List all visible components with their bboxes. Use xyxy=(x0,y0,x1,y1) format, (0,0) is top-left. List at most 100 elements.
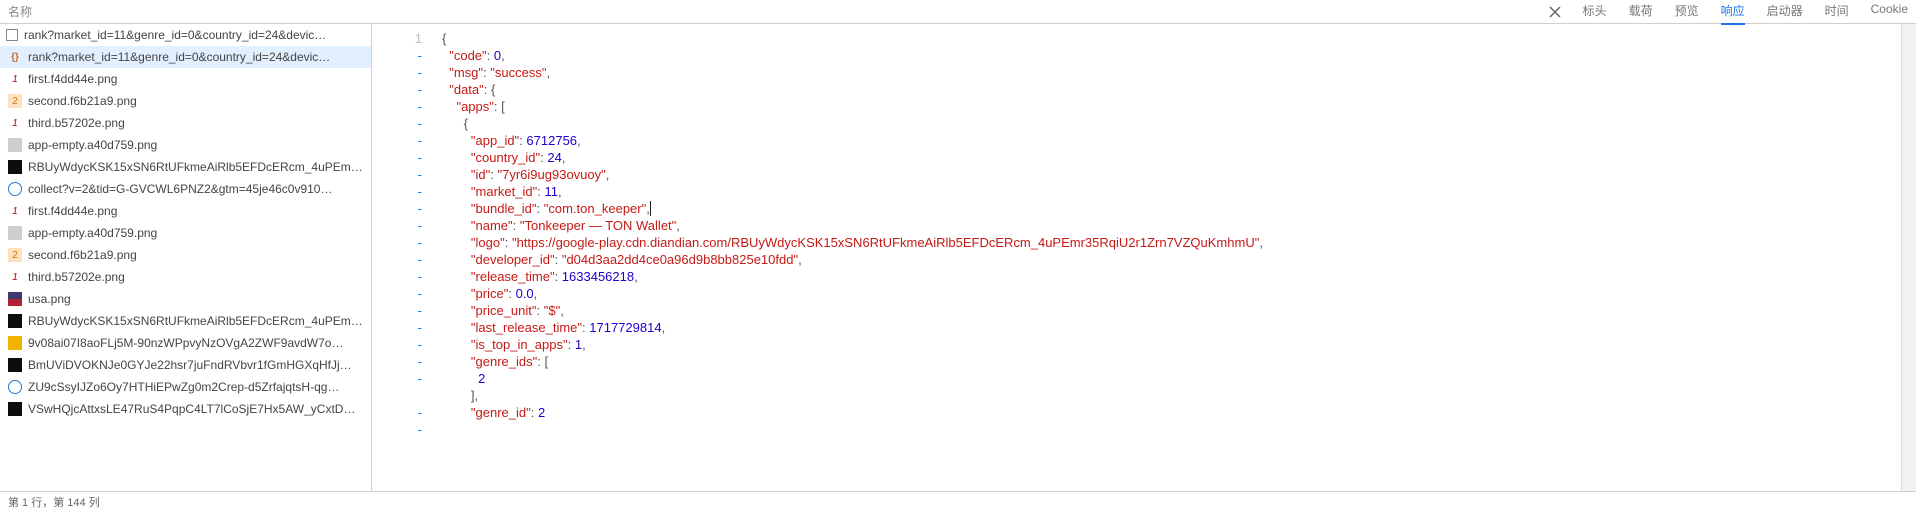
code-line: "code": 0, xyxy=(442,47,1916,64)
network-row-name: third.b57202e.png xyxy=(28,116,363,130)
network-row-name: 9v08ai07I8aoFLj5M-90nzWPpvyNzOVgA2ZWF9av… xyxy=(28,336,363,350)
details-tab-4[interactable]: 启动器 xyxy=(1767,0,1803,25)
gutter-line[interactable]: - xyxy=(372,421,422,438)
network-row-name: ZU9cSsyIJZo6Oy7HTHiEPwZg0m2Crep-d5Zrfajq… xyxy=(28,380,363,394)
network-row[interactable]: app-empty.a40d759.png xyxy=(0,134,371,156)
network-row[interactable]: usa.png xyxy=(0,288,371,310)
code-gutter[interactable]: 1---------------------- xyxy=(372,24,430,491)
status-cursor: 第 1 行，第 144 列 xyxy=(8,494,100,510)
gutter-line[interactable]: - xyxy=(372,251,422,268)
network-row-name: second.f6b21a9.png xyxy=(28,248,363,262)
gutter-line[interactable]: - xyxy=(372,234,422,251)
column-header-name: 名称 xyxy=(8,3,32,20)
code-line: "genre_id": 2 xyxy=(442,404,1916,421)
details-tab-6[interactable]: Cookie xyxy=(1871,0,1908,25)
code-line: "country_id": 24, xyxy=(442,149,1916,166)
network-row[interactable]: 1first.f4dd44e.png xyxy=(0,68,371,90)
gutter-line[interactable]: - xyxy=(372,404,422,421)
code-line: "last_release_time": 1717729814, xyxy=(442,319,1916,336)
details-tab-5[interactable]: 时间 xyxy=(1825,0,1849,25)
network-row[interactable]: 2second.f6b21a9.png xyxy=(0,244,371,266)
png-strike-icon: 1 xyxy=(8,270,22,284)
flag-icon xyxy=(8,292,22,306)
network-row[interactable]: collect?v=2&tid=G-GVCWL6PNZ2&gtm=45je46c… xyxy=(0,178,371,200)
status-bar: 第 1 行，第 144 列 xyxy=(0,491,1916,511)
code-line: ], xyxy=(442,387,1916,404)
gutter-line[interactable]: - xyxy=(372,217,422,234)
gutter-line[interactable]: - xyxy=(372,98,422,115)
gutter-line[interactable]: - xyxy=(372,81,422,98)
gutter-line[interactable]: - xyxy=(372,302,422,319)
network-row[interactable]: BmUViDVOKNJe0GYJe22hsr7juFndRVbvr1fGmHGX… xyxy=(0,354,371,376)
gutter-line[interactable]: - xyxy=(372,268,422,285)
response-panel: 1---------------------- { "code": 0, "ms… xyxy=(372,24,1916,491)
network-row[interactable]: 1 third.b57202e.png xyxy=(0,266,371,288)
network-row-name: VSwHQjcAttxsLE47RuS4PqpC4LT7lCoSjE7Hx5AW… xyxy=(28,402,363,416)
details-toolbar: 名称 标头载荷预览响应启动器时间 Cookie xyxy=(0,0,1916,24)
network-row-name: usa.png xyxy=(28,292,363,306)
circ-o-icon xyxy=(8,182,22,196)
code-line: "logo": "https://google-play.cdn.diandia… xyxy=(442,234,1916,251)
network-row[interactable]: 1 first.f4dd44e.png xyxy=(0,200,371,222)
network-row-name: BmUViDVOKNJe0GYJe22hsr7juFndRVbvr1fGmHGX… xyxy=(28,358,363,372)
code-line: "release_time": 1633456218, xyxy=(442,268,1916,285)
gutter-line[interactable]: - xyxy=(372,183,422,200)
gutter-line[interactable]: - xyxy=(372,353,422,370)
gutter-line[interactable]: - xyxy=(372,336,422,353)
close-icon[interactable] xyxy=(1547,4,1563,20)
img-dark-icon xyxy=(8,358,22,372)
gutter-line[interactable]: - xyxy=(372,319,422,336)
network-row[interactable]: 1 third.b57202e.png xyxy=(0,112,371,134)
gutter-line[interactable]: - xyxy=(372,200,422,217)
gutter-line[interactable]: - xyxy=(372,132,422,149)
details-tab-2[interactable]: 预览 xyxy=(1675,0,1699,25)
braces-icon: {} xyxy=(8,50,22,64)
code-line: "is_top_in_apps": 1, xyxy=(442,336,1916,353)
code-line: "msg": "success", xyxy=(442,64,1916,81)
network-row[interactable]: {} rank?market_id=11&genre_id=0&country_i… xyxy=(0,46,371,68)
network-row-name: first.f4dd44e.png xyxy=(28,72,363,86)
checkbox-icon xyxy=(6,29,18,41)
vertical-scrollbar[interactable] xyxy=(1901,24,1916,491)
network-request-list[interactable]: rank?market_id=11&genre_id=0&country_id=… xyxy=(0,24,372,491)
network-row[interactable]: RBUyWdycKSK15xSN6RtUFkmeAiRlb5EFDcERcm_4… xyxy=(0,310,371,332)
gutter-line[interactable]: - xyxy=(372,47,422,64)
network-row[interactable]: ZU9cSsyIJZo6Oy7HTHiEPwZg0m2Crep-d5Zrfajq… xyxy=(0,376,371,398)
network-row[interactable]: RBUyWdycKSK15xSN6RtUFkmeAiRlb5EFDcERcm_4… xyxy=(0,156,371,178)
details-tab-0[interactable]: 标头 xyxy=(1583,0,1607,25)
code-line: "data": { xyxy=(442,81,1916,98)
gutter-line[interactable]: - xyxy=(372,64,422,81)
gutter-line[interactable]: 1 xyxy=(372,30,422,47)
network-row-name: rank?market_id=11&genre_id=0&country_id=… xyxy=(28,50,363,64)
network-row-name: collect?v=2&tid=G-GVCWL6PNZ2&gtm=45je46c… xyxy=(28,182,363,196)
network-row[interactable]: 9v08ai07I8aoFLj5M-90nzWPpvyNzOVgA2ZWF9av… xyxy=(0,332,371,354)
code-line: "apps": [ xyxy=(442,98,1916,115)
png2-icon: 2 xyxy=(8,94,22,108)
code-line: "price_unit": "$", xyxy=(442,302,1916,319)
network-row[interactable]: 2 second.f6b21a9.png xyxy=(0,90,371,112)
details-tab-3[interactable]: 响应 xyxy=(1721,0,1745,25)
network-row-name: second.f6b21a9.png xyxy=(28,94,363,108)
details-tab-1[interactable]: 载荷 xyxy=(1629,0,1653,25)
gutter-line[interactable]: - xyxy=(372,166,422,183)
gutter-line[interactable] xyxy=(372,387,422,404)
gutter-line[interactable]: - xyxy=(372,285,422,302)
response-code-view[interactable]: { "code": 0, "msg": "success", "data": {… xyxy=(430,24,1916,491)
code-line: { xyxy=(442,115,1916,132)
code-line: "price": 0.0, xyxy=(442,285,1916,302)
network-row[interactable]: app-empty.a40d759.png xyxy=(0,222,371,244)
network-row-name: first.f4dd44e.png xyxy=(28,204,363,218)
code-line: "genre_ids": [ xyxy=(442,353,1916,370)
img-gold-icon xyxy=(8,336,22,350)
png-strike-icon: 1 xyxy=(8,204,22,218)
png-strike-icon: 1 xyxy=(8,116,22,130)
img-dark-icon xyxy=(8,314,22,328)
network-row[interactable]: rank?market_id=11&genre_id=0&country_id=… xyxy=(0,24,371,46)
gutter-line[interactable]: - xyxy=(372,115,422,132)
gutter-line[interactable]: - xyxy=(372,149,422,166)
network-row[interactable]: VSwHQjcAttxsLE47RuS4PqpC4LT7lCoSjE7Hx5AW… xyxy=(0,398,371,420)
gutter-line[interactable]: - xyxy=(372,370,422,387)
network-row-name: third.b57202e.png xyxy=(28,270,363,284)
network-row-name: RBUyWdycKSK15xSN6RtUFkmeAiRlb5EFDcERcm_4… xyxy=(28,314,363,328)
img-pale-icon xyxy=(8,138,22,152)
